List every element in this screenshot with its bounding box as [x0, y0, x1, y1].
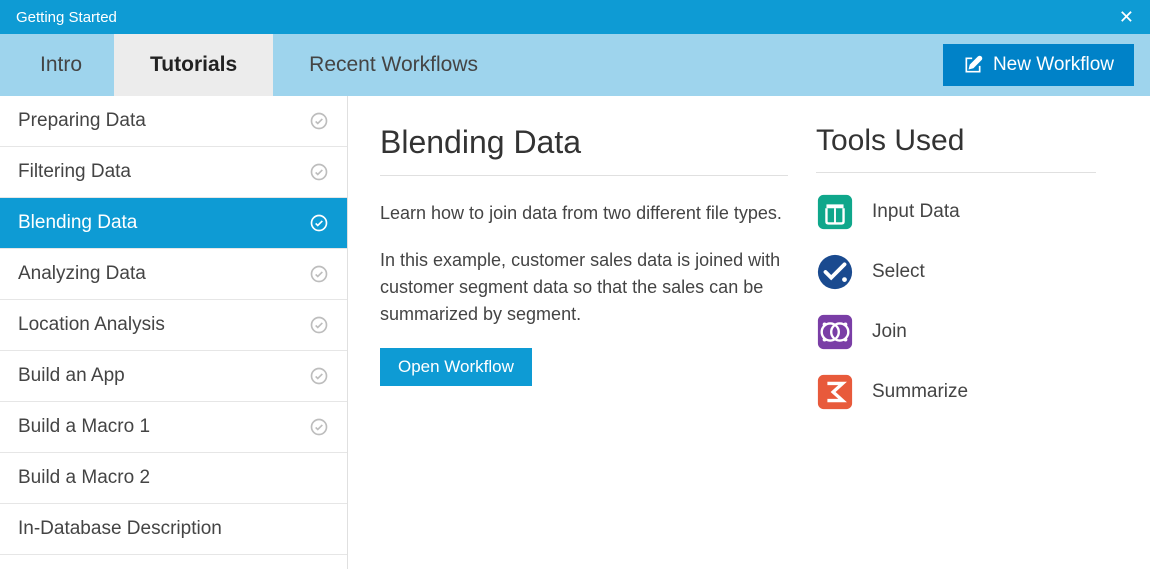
- tool-label: Select: [872, 261, 925, 283]
- content: Preparing Data Filtering Data Blending Dat…: [0, 96, 1150, 569]
- tutorial-list-item[interactable]: Build an App: [0, 351, 347, 402]
- window-title: Getting Started: [16, 9, 117, 26]
- tutorial-description-1: Learn how to join data from two differen…: [380, 200, 788, 227]
- titlebar: Getting Started ✕: [0, 0, 1150, 34]
- tab-label: Recent Workflows: [309, 53, 478, 77]
- tab-label: Tutorials: [150, 53, 237, 77]
- tutorial-list-item[interactable]: Preparing Data: [0, 96, 347, 147]
- tool-item[interactable]: Join: [816, 313, 1150, 351]
- tutorial-list-label: Analyzing Data: [18, 263, 146, 285]
- tab-label: Intro: [40, 53, 82, 77]
- tabs: Intro Tutorials Recent Workflows: [8, 34, 514, 96]
- tutorial-list-label: Build a Macro 2: [18, 467, 150, 489]
- join-icon: [816, 313, 854, 351]
- input-data-icon: [816, 193, 854, 231]
- check-circle-icon: [309, 417, 329, 437]
- tutorial-list-item[interactable]: Build a Macro 2: [0, 453, 347, 504]
- tool-label: Join: [872, 321, 907, 343]
- select-icon: [816, 253, 854, 291]
- tutorial-list-item[interactable]: In-Database Description: [0, 504, 347, 555]
- tutorial-list-label: Preparing Data: [18, 110, 146, 132]
- tutorial-list-label: Blending Data: [18, 212, 137, 234]
- tools-used: Tools Used Input Data Select Join Summarize: [812, 124, 1150, 569]
- tutorial-list-item[interactable]: Blending Data: [0, 198, 347, 249]
- tools-title: Tools Used: [816, 124, 1096, 173]
- tool-item[interactable]: Summarize: [816, 373, 1150, 411]
- tab-intro[interactable]: Intro: [8, 34, 114, 96]
- tutorial-list-item[interactable]: Analyzing Data: [0, 249, 347, 300]
- open-workflow-button[interactable]: Open Workflow: [380, 348, 532, 386]
- tool-item[interactable]: Input Data: [816, 193, 1150, 231]
- tutorial-description-2: In this example, customer sales data is …: [380, 247, 788, 328]
- tab-tutorials[interactable]: Tutorials: [114, 34, 273, 96]
- tutorial-list: Preparing Data Filtering Data Blending Dat…: [0, 96, 348, 569]
- check-circle-icon: [309, 366, 329, 386]
- tool-item[interactable]: Select: [816, 253, 1150, 291]
- tutorial-list-label: Location Analysis: [18, 314, 165, 336]
- edit-icon: [963, 55, 983, 75]
- check-circle-icon: [309, 213, 329, 233]
- new-workflow-button[interactable]: New Workflow: [943, 44, 1134, 86]
- tool-label: Input Data: [872, 201, 960, 223]
- check-circle-icon: [309, 264, 329, 284]
- tutorial-list-label: Filtering Data: [18, 161, 131, 183]
- tab-recent-workflows[interactable]: Recent Workflows: [273, 34, 514, 96]
- tutorial-list-item[interactable]: Location Analysis: [0, 300, 347, 351]
- main: Blending Data Learn how to join data fro…: [348, 96, 1150, 569]
- check-circle-icon: [309, 162, 329, 182]
- tutorial-list-label: Build an App: [18, 365, 125, 387]
- tutorial-list-label: Build a Macro 1: [18, 416, 150, 438]
- tutorial-list-item[interactable]: Filtering Data: [0, 147, 347, 198]
- summarize-icon: [816, 373, 854, 411]
- getting-started-window: Getting Started ✕ Intro Tutorials Recent…: [0, 0, 1150, 569]
- button-label: New Workflow: [993, 54, 1114, 76]
- tutorial-title: Blending Data: [380, 124, 788, 176]
- tutorial-list-item[interactable]: Build a Macro 1: [0, 402, 347, 453]
- tutorial-list-label: In-Database Description: [18, 518, 222, 540]
- close-icon[interactable]: ✕: [1115, 7, 1138, 28]
- tabbar: Intro Tutorials Recent Workflows New Wor…: [0, 34, 1150, 96]
- tutorial-detail: Blending Data Learn how to join data fro…: [380, 124, 812, 569]
- check-circle-icon: [309, 111, 329, 131]
- check-circle-icon: [309, 315, 329, 335]
- tool-label: Summarize: [872, 381, 968, 403]
- button-label: Open Workflow: [398, 357, 514, 376]
